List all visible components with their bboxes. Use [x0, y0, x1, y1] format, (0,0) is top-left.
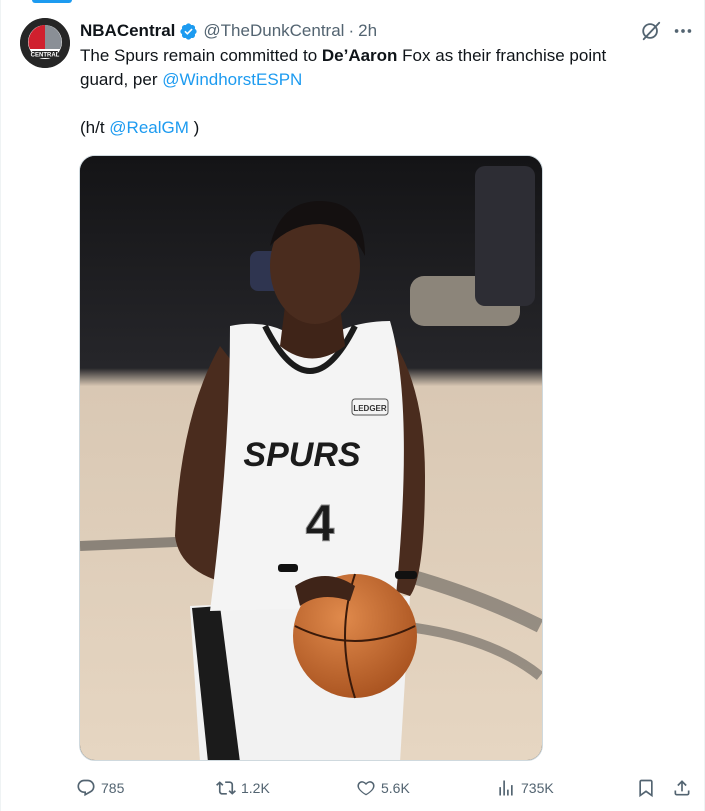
tweet-text-line-2: guard, per @WindhorstESPN: [80, 68, 660, 92]
avatar[interactable]: CENTRAL: [20, 18, 70, 68]
views-button[interactable]: 735K: [496, 776, 554, 800]
reply-icon: [77, 779, 95, 797]
like-count: 5.6K: [381, 780, 410, 796]
bookmark-icon: [639, 779, 653, 798]
svg-text:CENTRAL: CENTRAL: [31, 53, 60, 59]
text-segment: The Spurs remain committed to: [80, 46, 322, 65]
tweet-photo[interactable]: SPURS 4 LEDGER: [79, 155, 543, 761]
tweet-text-line-3: (h/t @RealGM ): [80, 116, 660, 140]
handle[interactable]: @TheDunkCentral: [203, 21, 344, 41]
text-segment: Fox as their franchise point: [397, 46, 607, 65]
jersey-patch-text: LEDGER: [353, 404, 387, 413]
jersey-text: SPURS: [243, 436, 360, 474]
mention-link-windhorst[interactable]: @WindhorstESPN: [162, 70, 302, 89]
reply-button[interactable]: 785: [76, 776, 124, 800]
heart-icon: [357, 781, 375, 796]
repost-count: 1.2K: [241, 780, 270, 796]
views-icon: [499, 780, 513, 796]
separator: ·: [348, 21, 355, 40]
jersey-number: 4: [306, 495, 335, 553]
grok-icon[interactable]: [640, 20, 662, 42]
more-icon[interactable]: [672, 22, 694, 40]
verified-badge-icon[interactable]: [179, 22, 198, 41]
text-segment: guard, per: [80, 70, 163, 89]
player-photo: SPURS 4 LEDGER: [80, 156, 542, 760]
display-name[interactable]: NBACentral: [80, 21, 175, 41]
share-button[interactable]: [672, 776, 697, 800]
mention-link-realgm[interactable]: @RealGM: [109, 118, 189, 137]
tweet-text-line-1: The Spurs remain committed to De’Aaron F…: [80, 44, 660, 68]
tweet-header: NBACentral @TheDunkCentral · 2h: [80, 20, 377, 42]
text-segment: ): [188, 118, 200, 137]
tweet-actions: 785 1.2K 5.6K 735K: [76, 776, 696, 800]
repost-button[interactable]: 1.2K: [216, 776, 270, 800]
share-icon: [674, 780, 690, 796]
bookmark-button[interactable]: [636, 776, 661, 800]
tweet[interactable]: CENTRAL NBACentral @TheDunkCentral · 2h …: [0, 0, 705, 811]
reply-count: 785: [101, 780, 125, 796]
timestamp[interactable]: 2h: [358, 21, 377, 41]
views-count: 735K: [521, 780, 554, 796]
text-segment: (h/t: [80, 118, 110, 137]
avatar-logo: CENTRAL: [20, 18, 70, 68]
repost-icon: [216, 781, 236, 795]
tweet-text: The Spurs remain committed to De’Aaron F…: [80, 44, 660, 140]
text-bold-segment: De’Aaron: [321, 46, 398, 65]
like-button[interactable]: 5.6K: [356, 776, 410, 800]
